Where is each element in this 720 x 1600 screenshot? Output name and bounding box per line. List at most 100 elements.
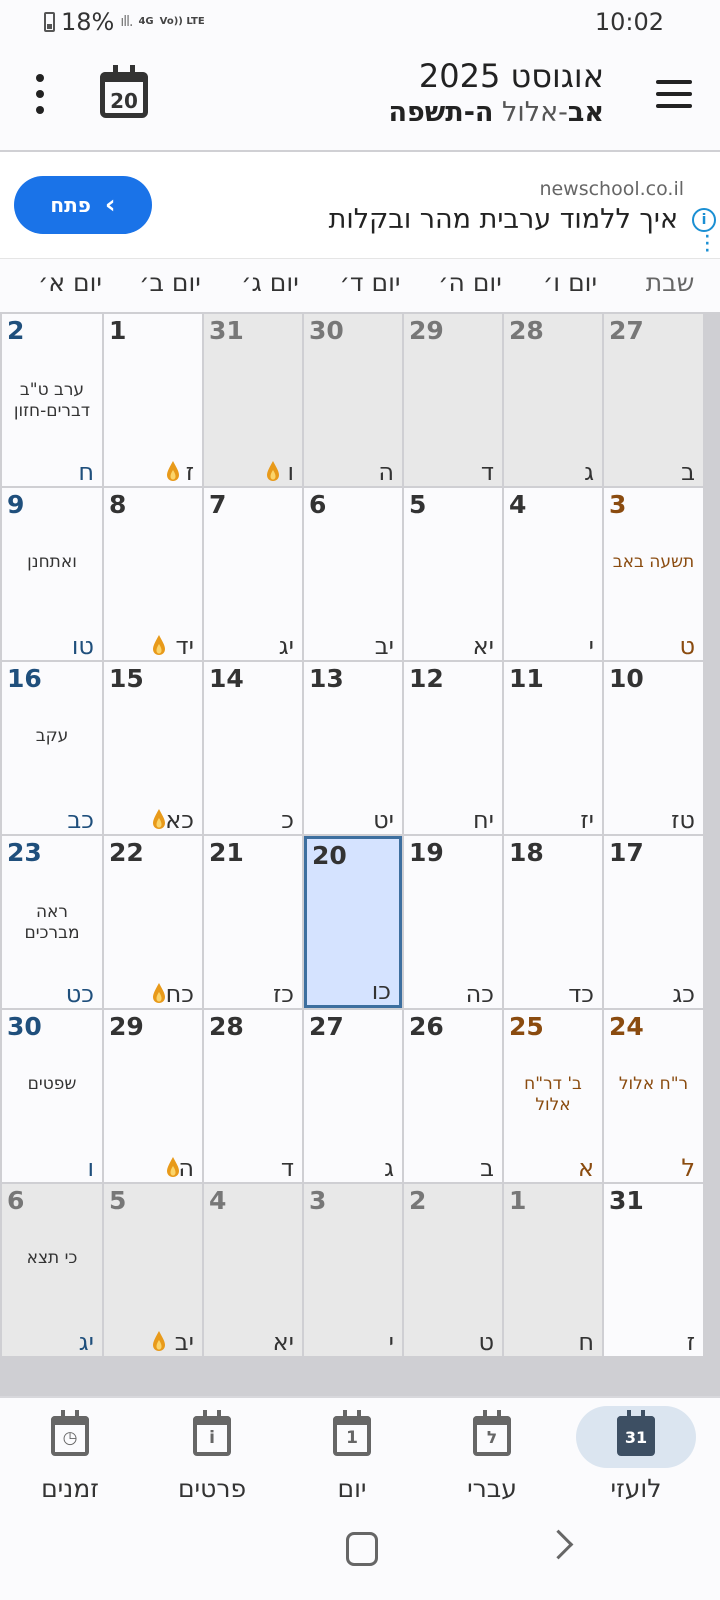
calendar-day-cell[interactable]: 30 שפטים ו	[2, 1010, 102, 1182]
calendar-day-cell[interactable]: 29 ד	[404, 314, 502, 486]
calendar-day-cell[interactable]: 3 תשעה באב ט	[604, 488, 703, 660]
calendar-day-cell[interactable]: 11 יז	[504, 662, 602, 834]
ad-open-button[interactable]: פתח ‹	[14, 176, 152, 234]
calendar-day-cell[interactable]: 3י	[304, 1184, 402, 1356]
nav-icon-glyph: 31	[624, 1428, 648, 1447]
month-grid: 27 ב 28 ג 29 ד 30 ה 31 ו 1 ז 2 ערב ט"ב דברים-חזון ח 3 תש…	[0, 312, 720, 1396]
calendar-day-cell[interactable]: 28 ג	[504, 314, 602, 486]
calendar-day-cell[interactable]: 27 ב	[604, 314, 703, 486]
hebrew-year: ה-תשפה	[388, 97, 494, 128]
calendar-day-cell[interactable]: 6 יב	[304, 488, 402, 660]
calendar-day-cell[interactable]: 4 יא	[204, 1184, 302, 1356]
hebrew-date-letter: טז	[671, 806, 695, 834]
go-to-today-button[interactable]: 20	[100, 65, 148, 118]
calendar-day-cell[interactable]: 7 יג	[204, 488, 302, 660]
hebrew-date-letter: כה	[465, 980, 494, 1008]
hebrew-date-letter: יג	[78, 1328, 94, 1356]
candle-lighting-icon	[153, 1331, 165, 1351]
hebrew-date-letter: י	[388, 1328, 394, 1356]
nav-tab-label: יום	[337, 1474, 367, 1503]
calendar-day-cell[interactable]: 26 ב	[404, 1010, 502, 1182]
calendar-day-cell[interactable]: 2 ערב ט"ב דברים-חזון ח	[2, 314, 102, 486]
gregorian-day-number: 9	[7, 490, 25, 519]
hebrew-date-letter: ט	[478, 1328, 494, 1356]
calendar-day-cell[interactable]: 5 יב	[104, 1184, 202, 1356]
weekday-header: שבת יום ו׳ יום ה׳ יום ד׳ יום ג׳ יום ב׳ יום א׳	[0, 262, 720, 310]
calendar-day-cell[interactable]: 28 ד	[204, 1010, 302, 1182]
home-button[interactable]	[346, 1532, 378, 1566]
calendar-day-cell[interactable]: 4י	[504, 488, 602, 660]
nav-icon-glyph: ◷	[62, 1428, 78, 1448]
gregorian-day-number: 20	[312, 841, 347, 870]
calendar-day-cell-selected[interactable]: 20 כו	[304, 836, 402, 1008]
calendar-day-cell[interactable]: 29 ה	[104, 1010, 202, 1182]
gregorian-day-number: 2	[7, 316, 25, 345]
details-icon: i	[193, 1410, 231, 1456]
calendar-day-cell[interactable]: 25 ב' דר"ח אלול א	[504, 1010, 602, 1182]
calendar-day-cell[interactable]: 31 ז	[604, 1184, 703, 1356]
calendar-day-cell[interactable]: 30 ה	[304, 314, 402, 486]
nav-tab[interactable]: i פרטים	[142, 1406, 282, 1506]
ad-info-icon[interactable]: i	[692, 208, 716, 232]
signal-icon: ıll.	[120, 14, 133, 30]
nav-tab[interactable]: ◷ זמנים	[0, 1406, 140, 1506]
gregorian-day-number: 27	[309, 1012, 344, 1041]
calendar-day-cell[interactable]: 1ז	[104, 314, 202, 486]
calendar-day-cell[interactable]: 23 ראה מברכים כט	[2, 836, 102, 1008]
calendar-day-cell[interactable]: 8 יד	[104, 488, 202, 660]
nav-tab[interactable]: 1 יום	[282, 1406, 422, 1506]
hebrew-date-letter: יג	[278, 632, 294, 660]
nav-tab-label: עברי	[467, 1474, 517, 1503]
hebrew-date-letter: ד	[480, 458, 494, 486]
back-button[interactable]	[543, 1529, 574, 1560]
hebrew-date-letter: ו	[87, 1154, 94, 1182]
hebrew-date-letter: ד	[280, 1154, 294, 1182]
page-title: אוגוסט 2025	[418, 57, 604, 95]
calendar-day-cell[interactable]: 21 כז	[204, 836, 302, 1008]
calendar-day-cell[interactable]: 1ח	[504, 1184, 602, 1356]
month-title-block: אוגוסט 2025 אב-אלול ה-תשפה	[388, 56, 604, 130]
weekday-label: שבת	[645, 268, 695, 297]
gregorian-day-number: 12	[409, 664, 444, 693]
hebrew-date-letter: ז	[686, 1328, 695, 1356]
calendar-day-cell[interactable]: 6 כי תצא יג	[2, 1184, 102, 1356]
gregorian-day-number: 5	[109, 1186, 127, 1215]
hebrew-date-letter: יח	[472, 806, 494, 834]
calendar-day-cell[interactable]: 9 ואתחנן טו	[2, 488, 102, 660]
ad-more-icon[interactable]: · · ·	[705, 230, 710, 258]
calendar-day-cell[interactable]: 5 יא	[404, 488, 502, 660]
gregorian-day-number: 31	[609, 1186, 644, 1215]
calendar-day-cell[interactable]: 19 כה	[404, 836, 502, 1008]
candle-lighting-icon	[267, 461, 279, 481]
more-options-icon[interactable]	[28, 74, 52, 114]
weekday-label: יום ו׳	[542, 268, 598, 297]
calendar-day-cell[interactable]: 22 כח	[104, 836, 202, 1008]
calendar-day-cell[interactable]: 13 יט	[304, 662, 402, 834]
calendar-day-cell[interactable]: 2ט	[404, 1184, 502, 1356]
calendar-day-cell[interactable]: 17 כג	[604, 836, 703, 1008]
gregorian-day-number: 30	[7, 1012, 42, 1041]
battery-icon	[44, 12, 55, 32]
calendar-day-cell[interactable]: 16 עקב כב	[2, 662, 102, 834]
hebrew-date-letter: כג	[672, 980, 695, 1008]
nav-tab[interactable]: 31 לועזי	[566, 1406, 706, 1506]
ad-banner[interactable]: פתח ‹ newschool.co.il איך ללמוד ערבית מה…	[0, 152, 720, 259]
network-4g-indicator: 4G	[138, 16, 154, 27]
calendar-day-cell[interactable]: 15 כא	[104, 662, 202, 834]
calendar-day-cell[interactable]: 10 טז	[604, 662, 703, 834]
hebrew-date-letter: א	[577, 1154, 594, 1182]
nav-tab[interactable]: ל עברי	[422, 1406, 562, 1506]
calendar-day-cell[interactable]: 14 כ	[204, 662, 302, 834]
calendar-day-cell[interactable]: 27 ג	[304, 1010, 402, 1182]
hebrew-date-letter: כו	[371, 977, 391, 1005]
candle-lighting-icon	[153, 983, 165, 1003]
bottom-navigation: 31 לועזי ל עברי 1 יום i פרטים ◷ זמנים	[0, 1396, 720, 1510]
menu-icon[interactable]	[656, 80, 692, 108]
calendar-day-cell[interactable]: 31 ו	[204, 314, 302, 486]
calendar-day-cell[interactable]: 12 יח	[404, 662, 502, 834]
calendar-day-cell[interactable]: 18 כד	[504, 836, 602, 1008]
hebrew-date-letter: יא	[272, 1328, 294, 1356]
calendar-day-cell[interactable]: 24 ר"ח אלול ל	[604, 1010, 703, 1182]
status-left: 18% ıll. 4G Vo)) LTE	[44, 8, 205, 36]
hebrew-date-letter: כט	[65, 980, 94, 1008]
